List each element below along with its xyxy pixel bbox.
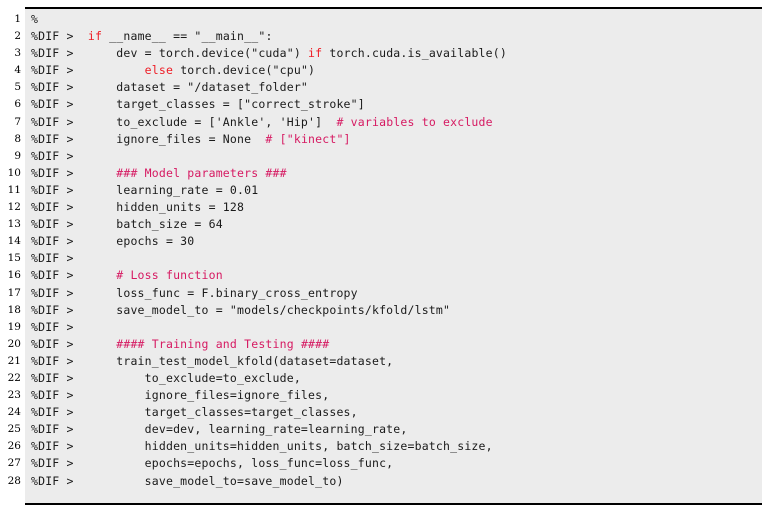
line-number: 3 — [14, 47, 21, 60]
line-number: 9 — [14, 149, 21, 162]
code-text: %DIF > dev = torch.device("cuda") — [31, 46, 309, 61]
code-keyword: if — [87, 29, 103, 44]
line-number: 27 — [7, 457, 21, 470]
line-number: 7 — [14, 115, 21, 128]
code-text: %DIF > — [31, 165, 117, 180]
line-number: 10 — [7, 166, 21, 179]
code-text: __name__ == "__main__": — [102, 29, 273, 44]
code-text: %DIF > hidden_units=hidden_units, batch_… — [31, 439, 493, 454]
code-text: %DIF > target_classes = ["correct_stroke… — [31, 97, 365, 112]
code-line: %DIF > epochs = 30 — [31, 233, 761, 250]
code-line: %DIF > # Loss function — [31, 267, 761, 284]
line-number: 26 — [7, 440, 21, 453]
code-line: %DIF > — [31, 319, 761, 336]
code-line: % — [31, 11, 761, 28]
code-line: %DIF > target_classes = ["correct_stroke… — [31, 96, 761, 113]
code-line: %DIF > if __name__ == "__main__": — [31, 28, 761, 45]
line-number: 12 — [7, 201, 21, 214]
code-text: %DIF > — [31, 336, 117, 351]
line-number: 6 — [14, 98, 21, 111]
code-line: %DIF > dev=dev, learning_rate=learning_r… — [31, 421, 761, 438]
code-line: %DIF > #### Training and Testing #### — [31, 336, 761, 353]
code-text: %DIF > dev=dev, learning_rate=learning_r… — [31, 422, 408, 437]
code-text: %DIF > to_exclude=to_exclude, — [31, 370, 301, 385]
code-text: %DIF > learning_rate = 0.01 — [31, 182, 259, 197]
line-number: 22 — [7, 371, 21, 384]
code-line: %DIF > to_exclude=to_exclude, — [31, 370, 761, 387]
code-line: %DIF > hidden_units=hidden_units, batch_… — [31, 438, 761, 455]
code-line: %DIF > ignore_files=ignore_files, — [31, 387, 761, 404]
code-text: %DIF > to_exclude = ['Ankle', 'Hip'] — [31, 114, 337, 129]
code-line: %DIF > to_exclude = ['Ankle', 'Hip'] # v… — [31, 114, 761, 131]
code-line: %DIF > save_model_to = "models/checkpoin… — [31, 302, 761, 319]
code-keyword: else — [144, 63, 174, 78]
line-number: 5 — [14, 81, 21, 94]
line-number: 4 — [14, 64, 21, 77]
code-text: %DIF > ignore_files = None — [31, 131, 266, 146]
line-number: 11 — [7, 183, 21, 196]
code-text: %DIF > batch_size = 64 — [31, 217, 223, 232]
code-text: %DIF > ignore_files=ignore_files, — [31, 388, 330, 403]
line-number: 28 — [7, 474, 21, 487]
code-comment: ### Model parameters ### — [116, 165, 287, 180]
code-comment: #### Training and Testing #### — [116, 336, 330, 351]
line-number: 23 — [7, 389, 21, 402]
code-text: %DIF > — [31, 148, 74, 163]
code-line: %DIF > train_test_model_kfold(dataset=da… — [31, 353, 761, 370]
code-text: %DIF > save_model_to=save_model_to) — [31, 473, 344, 488]
code-text: %DIF > epochs = 30 — [31, 234, 195, 249]
code-line: %DIF > hidden_units = 128 — [31, 199, 761, 216]
code-line: %DIF > dataset = "/dataset_folder" — [31, 79, 761, 96]
code-line: %DIF > ignore_files = None # ["kinect"] — [31, 131, 761, 148]
line-number: 1 — [14, 13, 21, 25]
code-line: %DIF > — [31, 148, 761, 165]
code-line: %DIF > ### Model parameters ### — [31, 165, 761, 182]
code-line: %DIF > learning_rate = 0.01 — [31, 182, 761, 199]
code-line: %DIF > else torch.device("cpu") — [31, 62, 761, 79]
code-line: %DIF > target_classes=target_classes, — [31, 404, 761, 421]
line-number: 15 — [7, 252, 21, 265]
code-text-area[interactable]: % %DIF > if __name__ == "__main__": %DIF >… — [31, 11, 761, 490]
code-line: %DIF > batch_size = 64 — [31, 216, 761, 233]
listing-bottom-rule — [25, 503, 762, 505]
code-text: %DIF > dataset = "/dataset_folder" — [31, 80, 309, 95]
code-listing-figure: 1 2 3 4 5 6 7 8 9 10 11 12 13 14 15 16 17 18 19 20 21 22 23 24 2… — [0, 0, 768, 516]
line-number: 2 — [14, 30, 21, 43]
code-comment: # variables to exclude — [336, 114, 493, 129]
code-text: %DIF > loss_func = F.binary_cross_entrop… — [31, 285, 358, 300]
line-number: 13 — [7, 218, 21, 231]
code-text: %DIF > save_model_to = "models/checkpoin… — [31, 302, 451, 317]
code-text: %DIF > hidden_units = 128 — [31, 200, 245, 215]
code-text: torch.cuda.is_available() — [322, 46, 507, 61]
line-number: 17 — [7, 286, 21, 299]
code-text: %DIF > target_classes=target_classes, — [31, 405, 358, 420]
line-number: 25 — [7, 423, 21, 436]
code-text: %DIF > — [31, 63, 145, 78]
code-line: %DIF > epochs=epochs, loss_func=loss_fun… — [31, 455, 761, 472]
code-keyword: if — [308, 46, 323, 61]
code-text: %DIF > — [31, 251, 74, 266]
line-number: 8 — [14, 132, 21, 145]
line-number: 21 — [7, 354, 21, 367]
code-line: %DIF > — [31, 250, 761, 267]
code-text: % — [31, 12, 39, 26]
code-text: %DIF > epochs=epochs, loss_func=loss_fun… — [31, 456, 394, 471]
line-number-gutter: 1 2 3 4 5 6 7 8 9 10 11 12 13 14 15 16 17 18 19 20 21 22 23 24 2… — [0, 11, 21, 490]
code-line: %DIF > dev = torch.device("cuda") if tor… — [31, 45, 761, 62]
code-comment: # ["kinect"] — [265, 131, 351, 146]
code-text: %DIF > train_test_model_kfold(dataset=da… — [31, 353, 394, 368]
code-line: %DIF > save_model_to=save_model_to) — [31, 473, 761, 490]
line-number: 24 — [7, 406, 21, 419]
code-line: %DIF > loss_func = F.binary_cross_entrop… — [31, 285, 761, 302]
code-text: %DIF > — [31, 29, 88, 44]
line-number: 16 — [7, 269, 21, 282]
code-text: %DIF > — [31, 268, 117, 283]
code-text: %DIF > — [31, 319, 74, 334]
line-number: 18 — [7, 303, 21, 316]
code-comment: # Loss function — [116, 268, 223, 283]
line-number: 14 — [7, 235, 21, 248]
line-number: 20 — [7, 337, 21, 350]
code-text: torch.device("cpu") — [173, 63, 316, 78]
line-number: 19 — [7, 320, 21, 333]
